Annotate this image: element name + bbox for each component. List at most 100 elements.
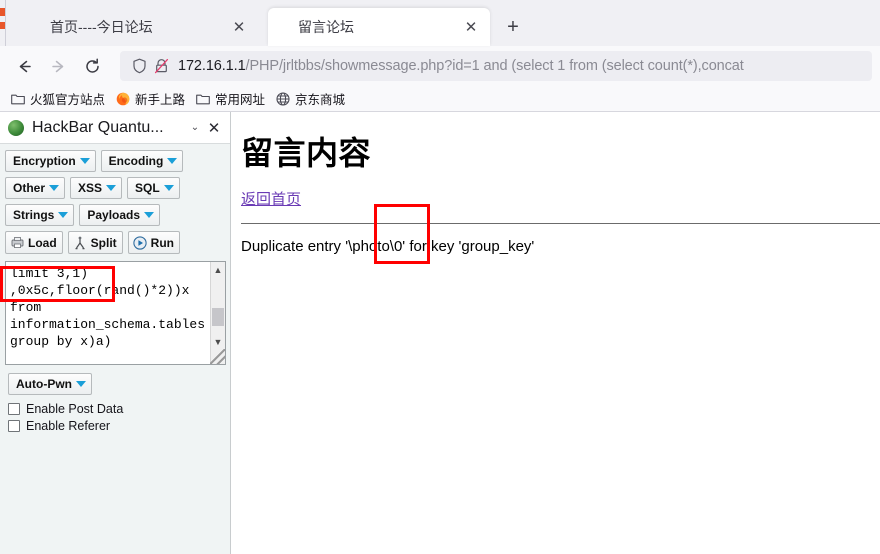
- caret-down-icon: [163, 185, 174, 191]
- browser-tab-2-title: 留言论坛: [298, 19, 354, 35]
- sidebar-footer: Auto-Pwn Enable Post Data Enable Referer: [0, 365, 230, 433]
- scrollbar-thumb[interactable]: [212, 308, 224, 326]
- hackbar-button-row-1: Other XSS SQL: [5, 177, 225, 199]
- back-arrow-icon: [19, 60, 31, 72]
- new-tab-button[interactable]: +: [498, 12, 528, 42]
- sidebar-toolbar: Encryption Encoding Other XSS SQL String…: [0, 144, 230, 259]
- payload-textarea-wrapper: limit 3,1) ,0x5c,floor(rand()*2))x from …: [0, 261, 230, 365]
- sql-menu-label: SQL: [135, 181, 160, 195]
- tracking-protection-off-icon[interactable]: [150, 56, 172, 76]
- reload-icon: [85, 58, 99, 73]
- bookmark-label-1: 新手上路: [135, 93, 186, 107]
- enable-referer-label: Enable Referer: [26, 419, 111, 433]
- caret-down-icon: [167, 158, 178, 164]
- load-icon: [10, 235, 25, 250]
- tab-strip-left-edge: [0, 0, 6, 46]
- hackbar-button-row-0: Encryption Encoding: [5, 150, 225, 172]
- sidebar-close-icon[interactable]: ✕: [204, 119, 224, 137]
- browser-tab-2-close-icon[interactable]: ✕: [460, 16, 482, 38]
- url-path: /PHP/jrltbbs/showmessage.php?id=1 and (s…: [245, 58, 744, 74]
- enable-post-data-label: Enable Post Data: [26, 402, 124, 416]
- chevron-down-icon[interactable]: ⌄: [186, 122, 204, 133]
- address-bar[interactable]: 172.16.1.1/PHP/jrltbbs/showmessage.php?i…: [120, 51, 872, 81]
- run-button[interactable]: Run: [127, 231, 180, 254]
- sql-menu-button[interactable]: SQL: [127, 177, 180, 199]
- caret-down-icon: [79, 158, 90, 164]
- forward-button[interactable]: [42, 51, 74, 81]
- resize-grip-icon[interactable]: [210, 349, 225, 364]
- caret-down-icon: [58, 212, 69, 218]
- xss-menu-button[interactable]: XSS: [70, 177, 123, 199]
- load-button-label: Load: [28, 235, 57, 250]
- bookmark-item-1[interactable]: 新手上路: [111, 87, 191, 110]
- url-host: 172.16.1.1: [178, 58, 246, 74]
- hackbar-sidebar: HackBar Quantu... ⌄ ✕ Encryption Encodin…: [0, 112, 231, 554]
- other-menu-label: Other: [13, 181, 46, 195]
- page-content: 留言内容 返回首页 Duplicate entry '\photo\0' for…: [231, 112, 880, 554]
- address-bar-url: 172.16.1.1/PHP/jrltbbs/showmessage.php?i…: [178, 58, 864, 74]
- browser-body: HackBar Quantu... ⌄ ✕ Encryption Encodin…: [0, 112, 880, 554]
- hackbar-button-row-2: Strings Payloads: [5, 204, 225, 226]
- enable-referer-checkbox[interactable]: [8, 420, 20, 432]
- payloads-menu-button[interactable]: Payloads: [79, 204, 161, 226]
- sidebar-empty-area: [0, 433, 230, 554]
- browser-tab-1[interactable]: 首页----今日论坛 ✕: [10, 8, 258, 46]
- shield-icon[interactable]: [128, 56, 150, 76]
- bookmark-item-3[interactable]: 京东商城: [271, 87, 351, 110]
- enable-post-data-row[interactable]: Enable Post Data: [8, 402, 225, 416]
- globe-icon: [275, 91, 291, 107]
- enable-post-data-checkbox[interactable]: [8, 403, 20, 415]
- scroll-up-icon[interactable]: ▲: [211, 262, 225, 277]
- hackbar-action-row: Load Split Run: [5, 231, 225, 254]
- caret-down-icon: [144, 212, 155, 218]
- split-button[interactable]: Split: [67, 231, 123, 254]
- caret-down-icon: [49, 185, 60, 191]
- split-icon: [73, 235, 88, 250]
- other-menu-button[interactable]: Other: [5, 177, 66, 199]
- content-divider: [241, 223, 880, 224]
- bookmark-label-2: 常用网址: [215, 93, 266, 107]
- bookmarks-toolbar: 火狐官方站点 新手上路 常用网址 京东商城: [0, 86, 880, 112]
- strings-menu-label: Strings: [13, 208, 55, 222]
- encryption-menu-label: Encryption: [13, 154, 76, 168]
- encoding-menu-button[interactable]: Encoding: [100, 150, 184, 172]
- payload-textarea[interactable]: limit 3,1) ,0x5c,floor(rand()*2))x from …: [5, 261, 226, 365]
- encoding-menu-label: Encoding: [108, 154, 164, 168]
- browser-tab-2[interactable]: 留言论坛 ✕: [268, 8, 490, 46]
- browser-tab-1-title: 首页----今日论坛: [50, 19, 153, 35]
- xss-menu-label: XSS: [78, 181, 103, 195]
- browser-tab-1-close-icon[interactable]: ✕: [228, 16, 250, 38]
- bookmark-item-2[interactable]: 常用网址: [191, 87, 271, 110]
- enable-referer-row[interactable]: Enable Referer: [8, 419, 225, 433]
- folder-icon: [195, 91, 211, 107]
- payloads-menu-label: Payloads: [87, 208, 141, 222]
- back-to-home-link[interactable]: 返回首页: [241, 188, 301, 209]
- folder-icon: [10, 91, 26, 107]
- sql-error-message: Duplicate entry '\photo\0' for key 'grou…: [241, 238, 535, 255]
- run-icon: [133, 235, 148, 250]
- tab-strip: 首页----今日论坛 ✕ 留言论坛 ✕ +: [0, 0, 880, 46]
- strings-menu-button[interactable]: Strings: [5, 204, 75, 226]
- caret-down-icon: [106, 185, 117, 191]
- scroll-down-icon[interactable]: ▼: [211, 334, 225, 349]
- encryption-menu-button[interactable]: Encryption: [5, 150, 96, 172]
- browser-window: 首页----今日论坛 ✕ 留言论坛 ✕ + 172.16.1.1/PHP/jrl…: [0, 0, 880, 554]
- bookmark-label-3: 京东商城: [295, 93, 346, 107]
- auto-pwn-label: Auto-Pwn: [16, 377, 72, 391]
- firefox-icon: [115, 91, 131, 107]
- bookmark-item-0[interactable]: 火狐官方站点: [6, 87, 111, 110]
- caret-down-icon: [76, 381, 86, 387]
- sidebar-header: HackBar Quantu... ⌄ ✕: [0, 112, 230, 144]
- load-button[interactable]: Load: [5, 231, 63, 254]
- run-button-label: Run: [150, 235, 174, 250]
- split-button-label: Split: [90, 235, 117, 250]
- bookmark-label-0: 火狐官方站点: [30, 93, 106, 107]
- back-button[interactable]: [8, 51, 40, 81]
- payload-textarea-content: limit 3,1) ,0x5c,floor(rand()*2))x from …: [10, 266, 206, 349]
- reload-button[interactable]: [76, 51, 108, 81]
- navigation-toolbar: 172.16.1.1/PHP/jrltbbs/showmessage.php?i…: [0, 46, 880, 86]
- page-title: 留言内容: [241, 135, 372, 171]
- hackbar-logo-icon: [8, 119, 24, 136]
- sidebar-title: HackBar Quantu...: [32, 118, 164, 136]
- auto-pwn-button[interactable]: Auto-Pwn: [8, 373, 92, 395]
